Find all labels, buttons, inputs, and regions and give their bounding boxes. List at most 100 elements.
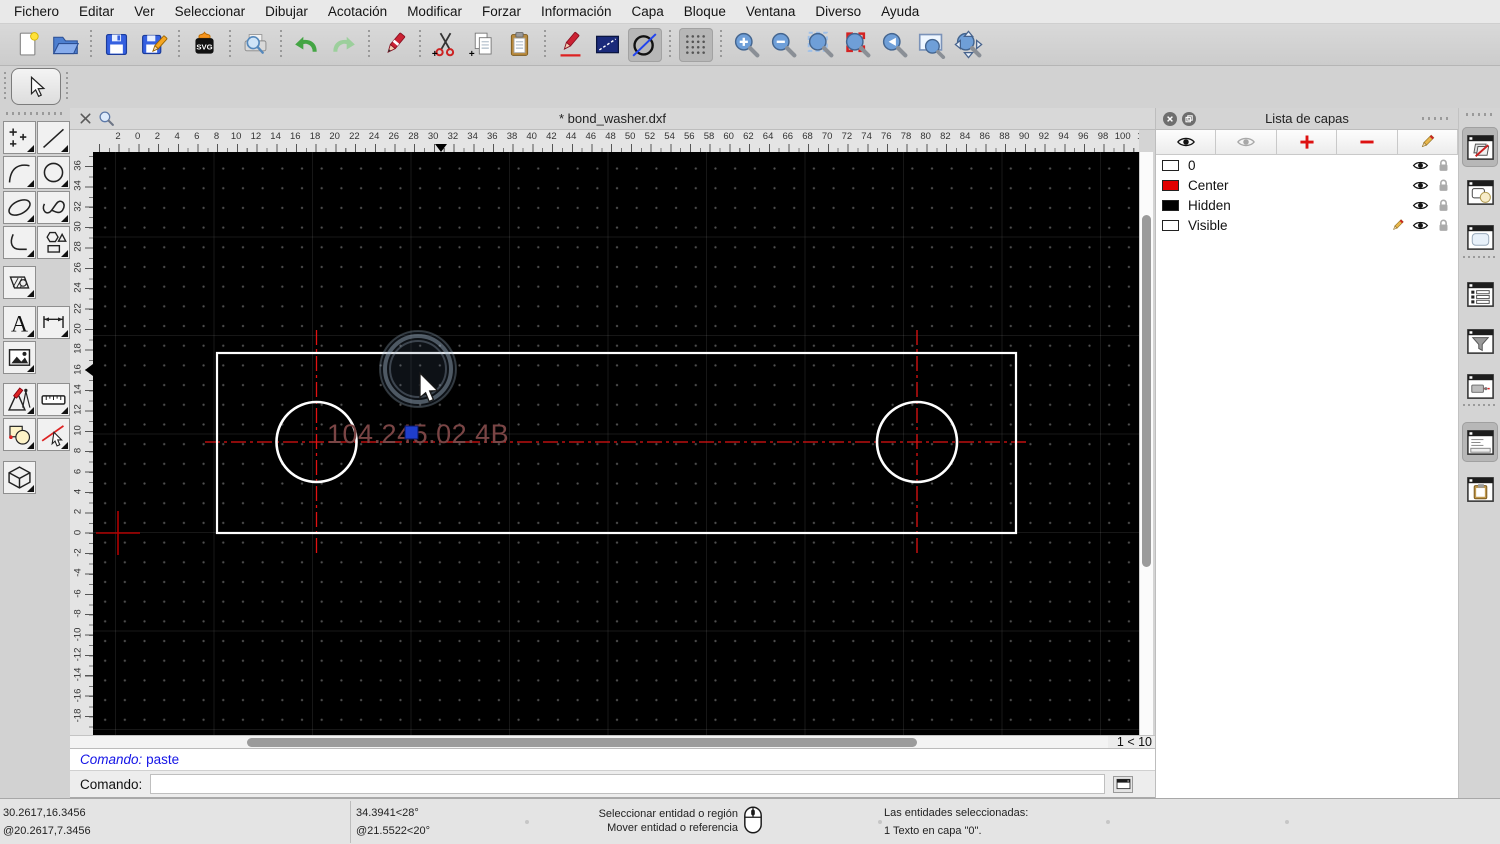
- dock-entity-filter-button[interactable]: [1462, 321, 1498, 361]
- close-document-icon[interactable]: [78, 111, 93, 126]
- open-button[interactable]: [49, 28, 83, 62]
- zoom-out-button[interactable]: [767, 28, 801, 62]
- paste-button[interactable]: [503, 28, 537, 62]
- layer-lock-icon[interactable]: [1435, 157, 1452, 174]
- selection-handle[interactable]: [404, 425, 419, 440]
- ruler-label: -8: [72, 609, 84, 618]
- select-entity-tool-button[interactable]: [37, 418, 70, 451]
- layer-row-hidden[interactable]: Hidden: [1156, 195, 1458, 215]
- menu-dibujar[interactable]: Dibujar: [255, 0, 318, 24]
- menu-bloque[interactable]: Bloque: [674, 0, 736, 24]
- menu-acotacion[interactable]: Acotación: [318, 0, 397, 24]
- dock-clipboard-panel-button[interactable]: [1462, 469, 1498, 509]
- modify-tool-button[interactable]: [3, 383, 36, 416]
- menu-forzar[interactable]: Forzar: [472, 0, 531, 24]
- zoom-current-button[interactable]: [841, 28, 875, 62]
- dock-block-list-button[interactable]: [1462, 172, 1498, 212]
- zoom-in-button[interactable]: [730, 28, 764, 62]
- layer-row-center[interactable]: Center: [1156, 175, 1458, 195]
- command-input[interactable]: [150, 774, 1106, 794]
- dock-layer-list-button[interactable]: [1462, 127, 1498, 167]
- draft-mode-button[interactable]: [627, 27, 662, 62]
- hatch-tool-button[interactable]: [3, 266, 36, 299]
- hide-all-layers-button[interactable]: [1216, 130, 1277, 154]
- ruler-cursor-marker: [85, 364, 93, 376]
- panel-grip[interactable]: [1422, 117, 1452, 120]
- menu-diverso[interactable]: Diverso: [805, 0, 871, 24]
- new-button[interactable]: [12, 28, 46, 62]
- dock-command-widget-button[interactable]: [1462, 422, 1498, 462]
- layer-lock-icon[interactable]: [1435, 197, 1452, 214]
- layer-row-0[interactable]: 0: [1156, 155, 1458, 175]
- layer-lock-icon[interactable]: [1435, 177, 1452, 194]
- explode-button[interactable]: [591, 28, 625, 62]
- cut-button[interactable]: +: [429, 28, 463, 62]
- dimension-tool-button[interactable]: [37, 306, 70, 339]
- toolbar-grip[interactable]: [66, 72, 68, 102]
- layer-visibility-eye-icon[interactable]: [1412, 157, 1429, 174]
- dock-entity-list-button[interactable]: [1462, 274, 1498, 314]
- remove-layer-button[interactable]: [1337, 130, 1398, 154]
- solid-tool-button[interactable]: [3, 461, 36, 494]
- dock-grip[interactable]: [1466, 113, 1494, 116]
- save-as-button[interactable]: [137, 28, 171, 62]
- vertical-scroll-thumb[interactable]: [1142, 215, 1151, 567]
- layer-panel-titlebar: Lista de capas: [1156, 108, 1458, 130]
- spline-tool-button[interactable]: [37, 191, 70, 224]
- zoom-pan-button[interactable]: [952, 28, 986, 62]
- polyline-tool-button[interactable]: [3, 226, 36, 259]
- zoom-auto-button[interactable]: [804, 28, 838, 62]
- toolbar-grip[interactable]: [4, 72, 6, 102]
- layer-visibility-eye-icon[interactable]: [1412, 177, 1429, 194]
- menu-modificar[interactable]: Modificar: [397, 0, 472, 24]
- polygon-tool-button[interactable]: [37, 226, 70, 259]
- menu-capa[interactable]: Capa: [622, 0, 674, 24]
- menu-seleccionar[interactable]: Seleccionar: [165, 0, 256, 24]
- copy-button[interactable]: +: [466, 28, 500, 62]
- zoom-window-button[interactable]: [915, 28, 949, 62]
- layer-row-visible[interactable]: Visible: [1156, 215, 1458, 235]
- order-tool-button[interactable]: [3, 418, 36, 451]
- menu-editar[interactable]: Editar: [69, 0, 124, 24]
- horizontal-scrollbar[interactable]: [70, 735, 1108, 748]
- pen-icon: [560, 31, 581, 57]
- menu-ventana[interactable]: Ventana: [736, 0, 806, 24]
- ellipse-tool-button[interactable]: [3, 191, 36, 224]
- redo-button[interactable]: [327, 28, 361, 62]
- layer-lock-icon[interactable]: [1435, 217, 1452, 234]
- text-tool-button[interactable]: A: [3, 306, 36, 339]
- line-tool-button[interactable]: [37, 121, 70, 154]
- modify-layer-button[interactable]: [1397, 130, 1459, 154]
- menu-ayuda[interactable]: Ayuda: [871, 0, 929, 24]
- ruler-label: 4: [174, 131, 180, 142]
- image-tool-button[interactable]: [3, 341, 36, 374]
- grid-button[interactable]: [678, 27, 713, 62]
- measure-tool-button[interactable]: [37, 383, 70, 416]
- points-tool-button[interactable]: [3, 121, 36, 154]
- zoom-previous-button[interactable]: [878, 28, 912, 62]
- delete-selected-button[interactable]: [378, 28, 412, 62]
- print-preview-button[interactable]: [239, 28, 273, 62]
- arc-tool-button[interactable]: [3, 156, 36, 189]
- pen-button[interactable]: [554, 28, 588, 62]
- layer-visibility-eye-icon[interactable]: [1412, 217, 1429, 234]
- save-button[interactable]: [100, 28, 134, 62]
- vertical-scrollbar[interactable]: [1139, 152, 1153, 735]
- layer-visibility-eye-icon[interactable]: [1412, 197, 1429, 214]
- menu-informacion[interactable]: Información: [531, 0, 622, 24]
- show-all-layers-button[interactable]: [1156, 130, 1217, 154]
- svg-export-button[interactable]: SVG: [188, 28, 222, 62]
- current-layer-pencil-icon[interactable]: [1389, 217, 1406, 234]
- drawing-canvas[interactable]: 104.245.02.4B: [93, 152, 1139, 735]
- menu-fichero[interactable]: Fichero: [4, 0, 69, 24]
- select-tool-button[interactable]: [11, 68, 61, 105]
- horizontal-scroll-thumb[interactable]: [247, 738, 917, 747]
- undo-button[interactable]: [290, 28, 324, 62]
- detach-command-button[interactable]: [1113, 775, 1134, 793]
- circle-tool-button[interactable]: [37, 156, 70, 189]
- palette-grip[interactable]: [6, 112, 64, 115]
- dock-library-browser-button[interactable]: [1462, 217, 1498, 257]
- dock-pen-palette-button[interactable]: [1462, 366, 1498, 406]
- add-layer-button[interactable]: [1276, 130, 1338, 154]
- menu-ver[interactable]: Ver: [124, 0, 164, 24]
